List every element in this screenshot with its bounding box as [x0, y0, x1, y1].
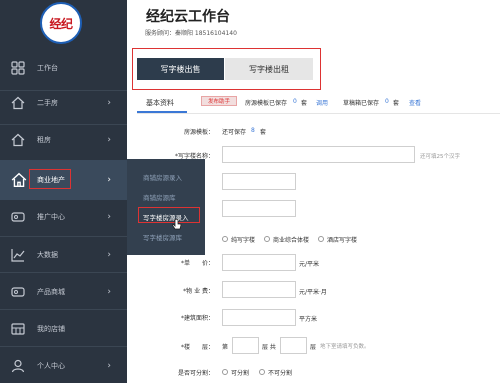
drafts-saved-note: 草稿箱已保存	[343, 100, 380, 107]
grid-icon	[10, 321, 26, 337]
split-label-yes: 可分割	[231, 370, 250, 377]
template-remaining-count: 8	[251, 127, 255, 134]
card-icon	[10, 209, 26, 225]
sidebar: 经纪 工作台 二手房 › 租房 › 商业地产 › 推广中心 › 大数据 › 产品…	[0, 0, 127, 383]
area-input[interactable]	[222, 309, 296, 326]
floor-suffix: 层	[310, 344, 317, 351]
building-name-label: *写字楼名称：	[174, 153, 214, 160]
chevron-right-icon: ›	[107, 175, 111, 185]
sidebar-item-commercial[interactable]: 商业地产 ›	[0, 160, 127, 200]
submenu-item-office-library[interactable]: 写字楼房源库	[143, 232, 182, 242]
publish-assistant-badge[interactable]: 发布助手	[201, 96, 237, 106]
template-saved-count: 0	[293, 98, 297, 105]
tab-office-rent[interactable]: 写字楼出租	[225, 58, 313, 80]
sidebar-item-label: 大数据	[37, 251, 58, 259]
template-saved-note: 房源模板已保存	[245, 100, 288, 107]
total-floors-input[interactable]	[280, 337, 307, 354]
home-icon	[10, 95, 26, 111]
chevron-right-icon: ›	[107, 98, 111, 108]
sidebar-item-label: 租房	[37, 136, 51, 144]
split-label-no: 不可分割	[268, 370, 293, 377]
tab-label: 写字楼出售	[160, 64, 201, 74]
sidebar-item-label: 推广中心	[37, 213, 65, 221]
split-radio-yes[interactable]	[222, 369, 228, 375]
property-fee-unit: 元/平米·月	[299, 289, 327, 296]
drafts-saved-count: 0	[385, 98, 389, 105]
commercial-submenu: 商铺房源录入 商铺房源库 写字楼房源录入 写字楼房源库	[127, 159, 205, 255]
floor-mid: 层 共	[262, 344, 276, 351]
district-input[interactable]	[222, 173, 296, 190]
sidebar-item-label: 个人中心	[37, 362, 65, 370]
home-icon	[10, 132, 26, 148]
user-icon	[10, 358, 26, 374]
home-icon	[11, 172, 27, 188]
sidebar-item-label: 工作台	[37, 64, 58, 72]
chevron-right-icon: ›	[107, 250, 111, 260]
split-label: 是否可分割：	[177, 370, 214, 377]
view-drafts-link[interactable]: 查看	[409, 98, 421, 107]
service-advisor: 服务顾问：秦顺阳 18516104140	[145, 30, 237, 37]
price-label: *单 价：	[180, 260, 214, 267]
sidebar-item-label: 二手房	[37, 99, 58, 107]
use-template-link[interactable]: 调用	[316, 98, 328, 107]
logo-text: 经纪	[49, 16, 73, 31]
type-radio-complex[interactable]	[264, 236, 270, 242]
section-title[interactable]: 基本资料	[146, 98, 174, 108]
hand-cursor-icon	[172, 219, 182, 231]
chevron-right-icon: ›	[107, 361, 111, 371]
building-name-input[interactable]	[222, 146, 415, 163]
property-fee-label: *物 业 费：	[183, 288, 214, 295]
area-label: *建筑面积：	[180, 315, 214, 322]
sidebar-item-label: 产品商城	[37, 288, 65, 296]
sidebar-item-label: 商业地产	[37, 176, 65, 184]
badge-label: 发布助手	[207, 99, 230, 105]
section-divider	[137, 113, 500, 114]
area-unit: 平方米	[299, 316, 318, 323]
type-label-pure-office: 纯写字楼	[231, 237, 256, 244]
floor-label: *楼 层：	[180, 344, 214, 351]
sidebar-item-profile[interactable]: 个人中心 ›	[0, 344, 127, 383]
submenu-item-shop-entry[interactable]: 商铺房源录入	[143, 172, 182, 182]
template-remaining-unit: 套	[260, 129, 267, 136]
chart-icon	[10, 247, 26, 263]
tab-office-sale[interactable]: 写字楼出售	[137, 58, 224, 80]
price-unit: 元/平米	[299, 261, 320, 268]
sidebar-item-label: 我的店铺	[37, 325, 65, 333]
type-label-complex: 商业综合体楼	[273, 237, 310, 244]
template-saved-unit: 套	[301, 100, 308, 107]
type-radio-pure-office[interactable]	[222, 236, 228, 242]
split-radio-no[interactable]	[259, 369, 265, 375]
type-radio-hotel-office[interactable]	[318, 236, 324, 242]
property-fee-input[interactable]	[222, 281, 296, 298]
tab-label: 写字楼出租	[249, 64, 289, 74]
template-remaining-text: 还可保存	[222, 129, 247, 136]
page-title: 经纪云工作台	[146, 9, 230, 25]
submenu-item-shop-library[interactable]: 商铺房源库	[143, 192, 176, 202]
floor-hint: 地下室请填写负数。	[320, 344, 370, 350]
building-name-hint: 还可填25个汉字	[420, 154, 460, 160]
chevron-right-icon: ›	[107, 212, 111, 222]
dashboard-icon	[10, 60, 26, 76]
drafts-saved-unit: 套	[393, 100, 400, 107]
price-input[interactable]	[222, 254, 296, 271]
card-icon	[10, 284, 26, 300]
sidebar-item-rent[interactable]: 租房 ›	[0, 118, 127, 162]
floor-input[interactable]	[232, 337, 259, 354]
template-label: 房源模板：	[183, 129, 214, 136]
chevron-right-icon: ›	[107, 287, 111, 297]
app-logo[interactable]: 经纪	[40, 2, 82, 44]
chevron-right-icon: ›	[107, 135, 111, 145]
address-input[interactable]	[222, 200, 296, 217]
floor-prefix: 第	[222, 344, 229, 351]
type-label-hotel-office: 酒店写字楼	[327, 237, 358, 244]
